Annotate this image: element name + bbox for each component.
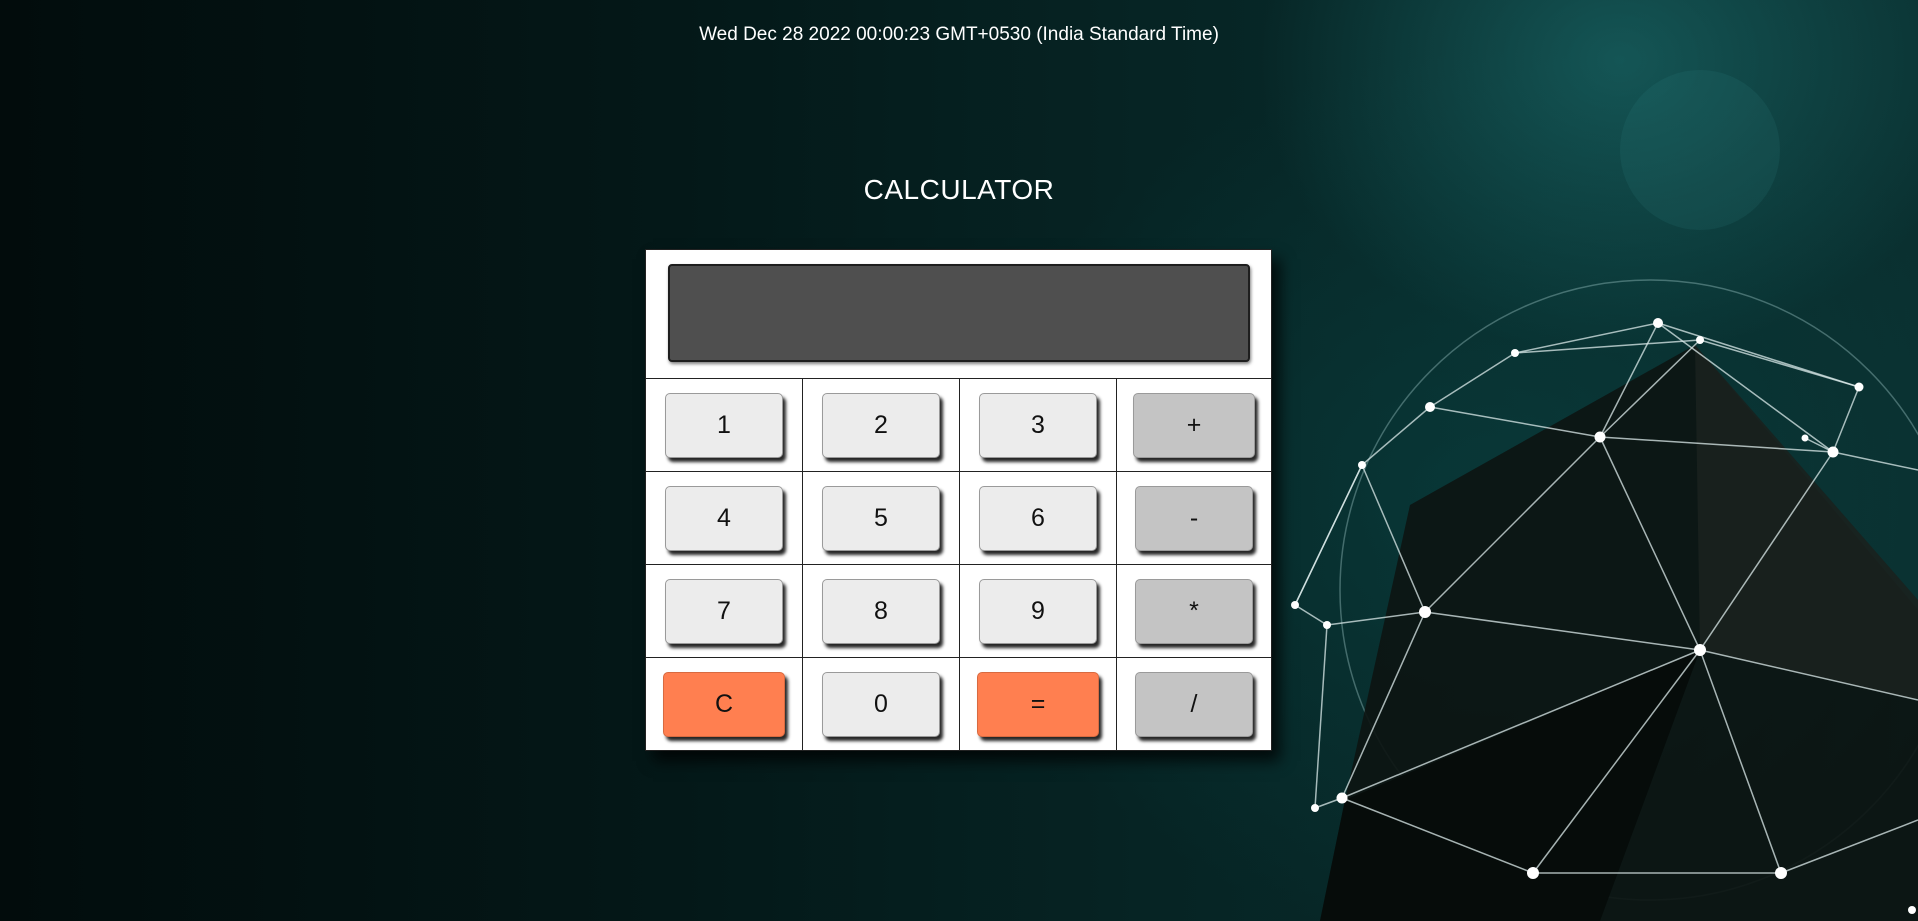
key-9-button[interactable]: 9: [979, 578, 1097, 644]
key-6-button[interactable]: 6: [979, 485, 1097, 551]
keypad-cell: 7: [646, 565, 803, 658]
keypad-cell: 4: [646, 472, 803, 565]
keypad-cell: 6: [960, 472, 1117, 565]
keypad-cell: 1: [646, 379, 803, 472]
key-0-button[interactable]: 0: [822, 672, 940, 737]
calculator-display[interactable]: [668, 264, 1250, 362]
keypad-cell: 9: [960, 565, 1117, 658]
key-5-button[interactable]: 5: [822, 485, 940, 551]
key-7-button[interactable]: 7: [665, 578, 783, 644]
key-1-button[interactable]: 1: [665, 392, 783, 458]
divide-button[interactable]: /: [1135, 672, 1253, 737]
key-2-button[interactable]: 2: [822, 392, 940, 458]
equals-button[interactable]: =: [977, 672, 1099, 737]
page-title: CALCULATOR: [863, 174, 1055, 205]
keypad-cell: 3: [960, 379, 1117, 472]
keypad-cell: 8: [803, 565, 960, 658]
clear-button[interactable]: C: [663, 672, 785, 737]
keypad-cell: -: [1117, 472, 1271, 565]
keypad-cell: 0: [803, 658, 960, 751]
minus-button[interactable]: -: [1135, 485, 1253, 551]
keypad-cell: =: [960, 658, 1117, 751]
keypad: 1 2 3 + 4 5 6 - 7 8 9 * C 0 = /: [646, 379, 1271, 751]
current-datetime: Wed Dec 28 2022 00:00:23 GMT+0530 (India…: [699, 24, 1219, 45]
keypad-cell: /: [1117, 658, 1271, 751]
key-3-button[interactable]: 3: [979, 392, 1097, 458]
display-container: [646, 250, 1271, 379]
keypad-cell: +: [1117, 379, 1271, 472]
keypad-cell: 2: [803, 379, 960, 472]
calculator: 1 2 3 + 4 5 6 - 7 8 9 * C 0 = /: [645, 249, 1272, 751]
key-8-button[interactable]: 8: [822, 578, 940, 644]
keypad-cell: 5: [803, 472, 960, 565]
keypad-cell: *: [1117, 565, 1271, 658]
multiply-button[interactable]: *: [1135, 578, 1253, 644]
plus-button[interactable]: +: [1133, 392, 1255, 458]
key-4-button[interactable]: 4: [665, 485, 783, 551]
keypad-cell: C: [646, 658, 803, 751]
